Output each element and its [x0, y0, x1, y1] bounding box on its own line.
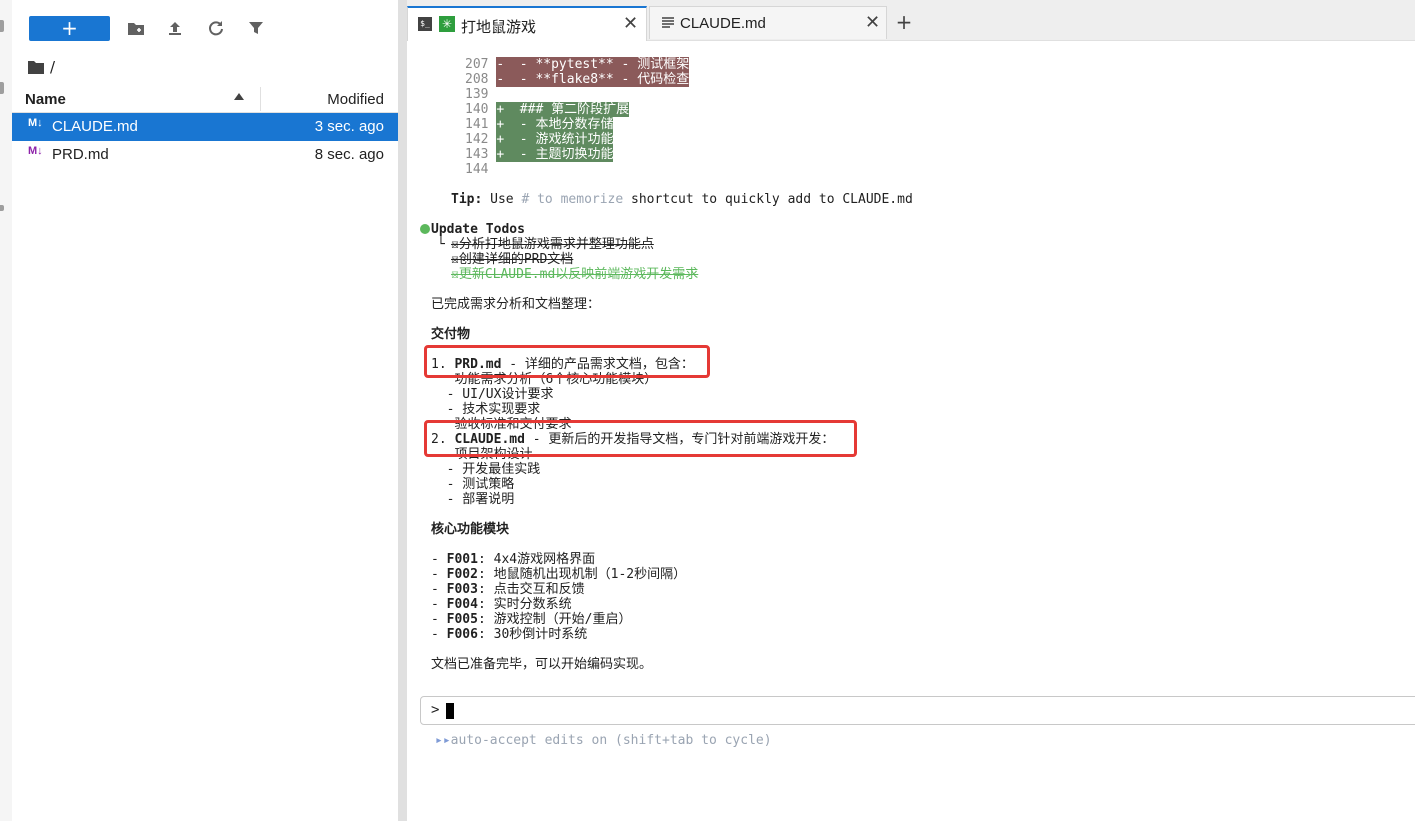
diff-line: 143 + - 主题切换功能 [465, 147, 614, 162]
diff-line: 207 - - **pytest** - 测试框架 [465, 57, 690, 72]
feature-item: - F005: 游戏控制（开始/重启） [431, 612, 632, 627]
fast-forward-icon: ▸▸ [435, 733, 451, 748]
deliverable-item: - 测试策略 [431, 477, 515, 492]
status-dot [420, 224, 430, 234]
tab-terminal-whack-a-mole[interactable]: $_ ✳ 打地鼠游戏 ✕ [407, 6, 647, 41]
add-tab-button[interactable]: + [890, 8, 918, 36]
diff-line: 144 [465, 162, 489, 177]
close-icon[interactable]: ✕ [865, 13, 880, 31]
filter-icon[interactable] [245, 17, 267, 39]
refresh-icon[interactable] [205, 17, 227, 39]
diff-line: 139 [465, 87, 489, 102]
feature-item: - F004: 实时分数系统 [431, 597, 572, 612]
deliverable-item: - UI/UX设计要求 [431, 387, 554, 402]
file-row-claude-md[interactable]: M↓ CLAUDE.md 3 sec. ago [12, 113, 398, 141]
prompt-symbol: > [431, 702, 440, 718]
new-folder-icon[interactable] [125, 17, 147, 39]
column-name[interactable]: Name [25, 91, 66, 108]
todo-item: ☒创建详细的PRD文档 [451, 252, 574, 267]
upload-icon[interactable] [164, 17, 186, 39]
file-browser: + / Name Modified M↓ CLAUDE.md 3 sec. ag… [12, 0, 398, 821]
markdown-file-icon: M↓ [28, 145, 43, 157]
status-line: ▸▸auto-accept edits on (shift+tab to cyc… [435, 733, 772, 748]
deliverable-item: - 开发最佳实践 [431, 462, 541, 477]
close-icon[interactable]: ✕ [623, 14, 638, 32]
todos-title: Update Todos [431, 222, 525, 237]
main-area: $_ ✳ 打地鼠游戏 ✕ CLAUDE.md ✕ + 207 - - **pyt… [407, 0, 1415, 821]
file-modified: 8 sec. ago [314, 146, 384, 163]
document-icon [661, 16, 675, 30]
tab-label: CLAUDE.md [680, 15, 766, 32]
highlight-box [424, 345, 710, 378]
deliverables-title: 交付物 [431, 327, 471, 342]
terminal-icon: $_ [418, 17, 432, 31]
file-browser-toolbar: + [12, 0, 398, 56]
breadcrumb[interactable]: / [28, 56, 55, 78]
file-modified: 3 sec. ago [314, 118, 384, 135]
prompt-input[interactable]: > [420, 696, 1415, 725]
core-modules-title: 核心功能模块 [431, 522, 510, 537]
feature-item: - F003: 点击交互和反馈 [431, 582, 585, 597]
highlight-box [424, 420, 857, 457]
column-modified[interactable]: Modified [327, 91, 384, 108]
diff-line: 208 - - **flake8** - 代码检查 [465, 72, 690, 87]
column-divider[interactable] [260, 87, 261, 111]
strip-marker [0, 205, 4, 211]
breadcrumb-root[interactable]: / [50, 58, 55, 76]
terminal-output[interactable]: 207 - - **pytest** - 测试框架 208 - - **flak… [407, 41, 1415, 821]
deliverable-item: - 部署说明 [431, 492, 515, 507]
diff-line: 140 + ### 第二阶段扩展 [465, 102, 630, 117]
closing-text: 文档已准备完毕，可以开始编码实现。 [431, 657, 653, 672]
summary-text: 已完成需求分析和文档整理： [431, 297, 601, 312]
file-name: CLAUDE.md [52, 118, 138, 135]
folder-icon [28, 61, 44, 74]
todo-branch: └ [437, 237, 445, 252]
text-cursor [446, 703, 454, 719]
diff-line: 142 + - 游戏统计功能 [465, 132, 614, 147]
tab-bar: $_ ✳ 打地鼠游戏 ✕ CLAUDE.md ✕ + [407, 0, 1415, 41]
sort-ascending-icon [234, 93, 244, 100]
diff-line: 141 + - 本地分数存储 [465, 117, 614, 132]
todo-item: ☒分析打地鼠游戏需求并整理功能点 [451, 237, 654, 252]
tab-label: 打地鼠游戏 [461, 19, 537, 36]
deliverable-item: - 技术实现要求 [431, 402, 541, 417]
tab-claude-md[interactable]: CLAUDE.md ✕ [649, 6, 887, 39]
tip-line: Tip: Use # to memorize shortcut to quick… [451, 192, 913, 207]
file-row-prd-md[interactable]: M↓ PRD.md 8 sec. ago [12, 141, 398, 169]
panel-splitter[interactable] [398, 0, 407, 821]
new-launcher-button[interactable]: + [29, 16, 110, 41]
feature-item: - F002: 地鼠随机出现机制（1-2秒间隔） [431, 567, 687, 582]
file-list-header: Name Modified [12, 87, 398, 113]
todo-item-current: ☒更新CLAUDE.md以反映前端游戏开发需求 [451, 267, 699, 282]
feature-item: - F006: 30秒倒计时系统 [431, 627, 588, 642]
strip-marker [0, 20, 4, 32]
strip-marker [0, 82, 4, 94]
feature-item: - F001: 4x4游戏网格界面 [431, 552, 596, 567]
file-name: PRD.md [52, 146, 109, 163]
markdown-file-icon: M↓ [28, 117, 43, 129]
claude-icon: ✳ [439, 16, 455, 32]
